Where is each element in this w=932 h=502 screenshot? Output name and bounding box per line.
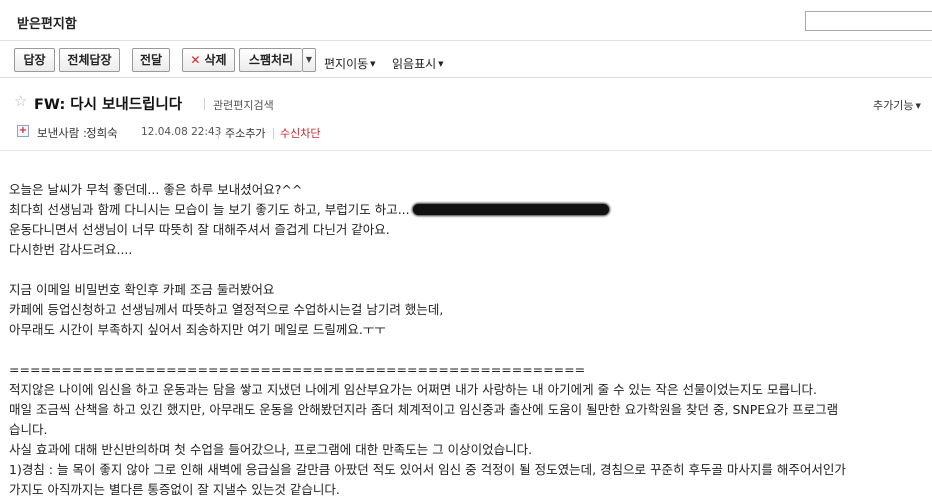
delete-button[interactable]: ✕ 삭제 bbox=[182, 48, 235, 72]
chevron-down-icon: ▼ bbox=[305, 55, 313, 64]
chevron-down-icon: ▼ bbox=[438, 60, 444, 68]
block-receive-link[interactable]: 수신차단 bbox=[280, 125, 320, 141]
mail-body: 오늘은 날씨가 무척 좋던데... 좋은 하루 보내셨어요?^^ 최다희 선생님… bbox=[9, 180, 932, 500]
more-functions-label: 추가기능 bbox=[873, 99, 914, 112]
body-line: 오늘은 날씨가 무척 좋던데... 좋은 하루 보내셨어요?^^ bbox=[9, 182, 303, 197]
divider bbox=[204, 98, 205, 110]
mail-subject: FW: 다시 보내드립니다 bbox=[34, 97, 183, 113]
move-mail-menu[interactable]: 편지이동 ▼ bbox=[324, 55, 376, 72]
related-mail-search-link[interactable]: 관련편지검색 bbox=[213, 97, 274, 113]
sender-row: + 보낸사람 : 정희숙 12.04.08 22:43 주소추가 수신차단 bbox=[0, 122, 932, 144]
sender-label: 보낸사람 : bbox=[37, 126, 87, 140]
body-line: 1)경침 : 늘 목이 좋지 않아 그로 인해 새벽에 응급실을 갈만큼 아팠던… bbox=[9, 462, 846, 477]
body-line: 최다희 선생님과 함께 다니시는 모습이 늘 보기 좋기도 하고, 부럽기도 하… bbox=[9, 200, 932, 220]
add-address-link[interactable]: 주소추가 bbox=[225, 125, 265, 141]
search-input[interactable] bbox=[805, 11, 932, 31]
body-line: 적지않은 나이에 임신을 하고 운동과는 담을 쌓고 지냈던 나에게 임산부요가… bbox=[9, 382, 817, 397]
header-divider bbox=[0, 150, 932, 151]
body-line: 카페에 등업신청하고 선생님께서 따뜻하고 열정적으로 수업하시는걸 남기려 했… bbox=[9, 302, 444, 317]
body-line: 매일 조금씩 산책을 하고 있긴 했지만, 아무래도 운동을 안해봤던지라 좀더… bbox=[9, 402, 839, 417]
sender-name[interactable]: 정희숙 bbox=[86, 125, 118, 141]
forward-button[interactable]: 전달 bbox=[132, 48, 170, 72]
body-line: 가지도 아직까지는 별다른 통증없이 잘 지낼수 있는것 같습니다. bbox=[9, 482, 340, 497]
move-mail-label: 편지이동 bbox=[324, 57, 369, 71]
body-line: 지금 이메일 비밀번호 확인후 카페 조금 둘러봤어요 bbox=[9, 282, 275, 297]
read-mark-label: 읽음표시 bbox=[392, 57, 437, 71]
body-line: 운동다니면서 선생님이 너무 따뜻히 잘 대해주셔서 즐겁게 다닌거 같아요. bbox=[9, 222, 390, 237]
delete-x-icon: ✕ bbox=[190, 53, 201, 67]
read-mark-menu[interactable]: 읽음표시 ▼ bbox=[392, 55, 444, 72]
body-line-text: 최다희 선생님과 함께 다니시는 모습이 늘 보기 좋기도 하고, 부럽기도 하… bbox=[9, 202, 410, 217]
body-line: 아무래도 시간이 부족하지 싶어서 죄송하지만 여기 메일로 드릴께요.ㅜㅜ bbox=[9, 322, 386, 337]
body-line: 다시한번 감사드려요.... bbox=[9, 242, 133, 257]
spam-dropdown-button[interactable]: ▼ bbox=[302, 48, 316, 72]
mail-toolbar: 답장 전체답장 전달 ✕ 삭제 스팸처리 ▼ 편지이동 ▼ 읽음표시 ▼ bbox=[0, 40, 932, 78]
chevron-down-icon: ▼ bbox=[370, 60, 376, 68]
folder-title: 받은편지함 bbox=[17, 17, 77, 32]
delete-label: 삭제 bbox=[204, 53, 227, 67]
mail-date: 12.04.08 22:43 bbox=[141, 126, 222, 138]
reply-all-button[interactable]: 전체답장 bbox=[59, 48, 120, 72]
top-bar: 받은편지함 bbox=[0, 0, 932, 40]
body-line: 사실 효과에 대해 반신반의하며 첫 수업을 들어갔으나, 프로그램에 대한 만… bbox=[9, 442, 533, 457]
body-line: 습니다. bbox=[9, 422, 48, 437]
more-functions-menu[interactable]: 추가기능 ▼ bbox=[873, 97, 921, 113]
divider bbox=[218, 128, 219, 139]
subject-row: ☆ FW: 다시 보내드립니다 관련편지검색 추가기능 ▼ bbox=[0, 88, 932, 118]
redaction-mark bbox=[412, 204, 609, 215]
divider bbox=[273, 128, 274, 139]
chevron-down-icon: ▼ bbox=[915, 102, 921, 110]
separator-line: ========================================… bbox=[9, 362, 586, 377]
star-icon[interactable]: ☆ bbox=[14, 92, 27, 110]
spam-button[interactable]: 스팸처리 bbox=[239, 48, 302, 72]
expand-icon[interactable]: + bbox=[17, 125, 29, 137]
reply-button[interactable]: 답장 bbox=[14, 48, 55, 72]
